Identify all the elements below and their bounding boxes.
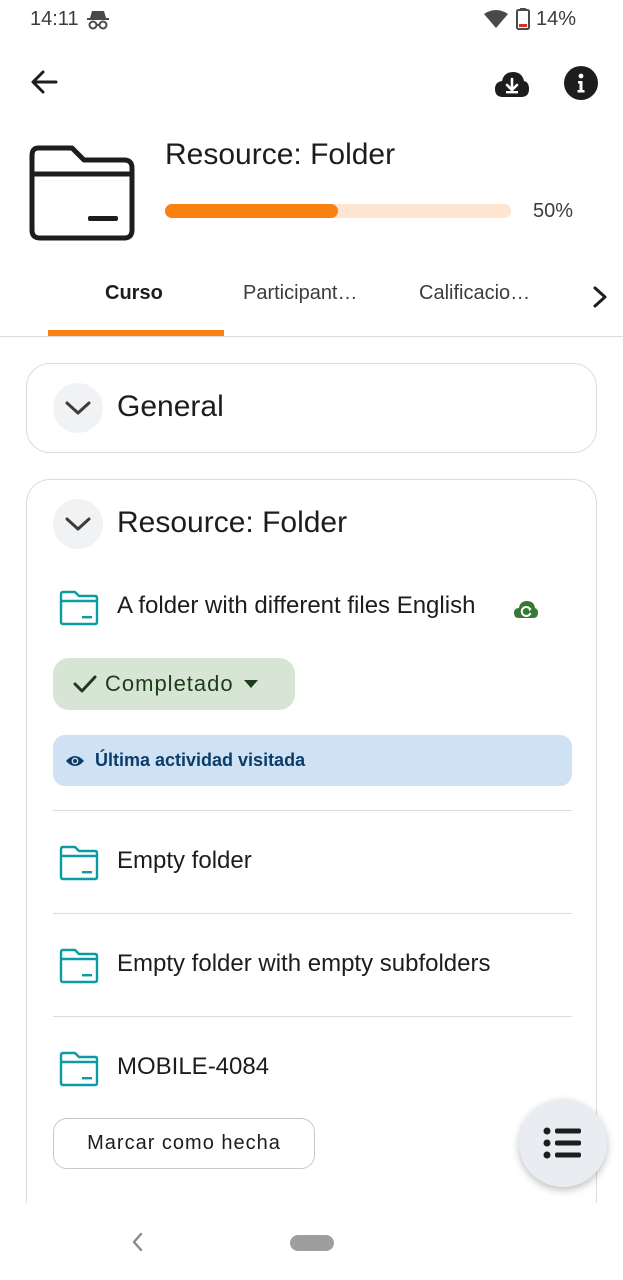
module-name: Empty folder with empty subfolders bbox=[117, 950, 491, 977]
incognito-icon bbox=[87, 11, 109, 30]
nav-home-pill[interactable] bbox=[290, 1235, 334, 1251]
tab-bar: Curso Participant… Calificacio… bbox=[0, 260, 623, 337]
info-button[interactable] bbox=[564, 66, 598, 100]
module-item[interactable]: Empty folder with empty subfolders bbox=[53, 945, 572, 989]
last-visited-text: Última actividad visitada bbox=[95, 750, 306, 770]
completion-status-dropdown[interactable]: Completado bbox=[53, 658, 295, 710]
active-tab-indicator bbox=[48, 330, 224, 336]
module-name: MOBILE-4084 bbox=[117, 1053, 270, 1080]
battery-low-icon bbox=[516, 8, 530, 30]
progress-fill bbox=[165, 204, 338, 218]
page-title: Resource: Folder bbox=[165, 138, 396, 171]
tabs-next-button[interactable] bbox=[586, 282, 614, 312]
module-item[interactable]: Empty folder bbox=[53, 842, 572, 886]
cloud-download-icon bbox=[495, 72, 529, 97]
module-name: Empty folder bbox=[117, 847, 252, 874]
section-general: General bbox=[26, 363, 597, 453]
battery-percent: 14% bbox=[536, 8, 577, 30]
folder-icon bbox=[59, 590, 99, 626]
check-icon bbox=[73, 675, 97, 693]
section-resource-folder: Resource: Folder A folder with different… bbox=[26, 479, 597, 1239]
list-icon bbox=[543, 1127, 581, 1159]
info-icon bbox=[577, 73, 585, 93]
divider bbox=[53, 810, 572, 811]
status-bar: 14:11 14% bbox=[0, 0, 623, 40]
last-visited-banner: Última actividad visitada bbox=[53, 735, 572, 786]
folder-icon bbox=[59, 948, 99, 984]
collapse-general-button[interactable] bbox=[53, 383, 103, 433]
system-nav-bar bbox=[0, 1203, 623, 1280]
back-button[interactable] bbox=[26, 64, 62, 100]
folder-icon bbox=[59, 845, 99, 881]
back-arrow-icon bbox=[31, 70, 58, 94]
section-title-general: General bbox=[117, 390, 224, 423]
tab-grades[interactable]: Calificacio… bbox=[419, 282, 530, 305]
status-time: 14:11 bbox=[30, 8, 79, 30]
chevron-down-icon bbox=[65, 517, 91, 531]
caret-down-icon bbox=[243, 680, 258, 688]
cloud-sync-icon bbox=[514, 601, 538, 618]
module-name: A folder with different files English bbox=[117, 592, 476, 619]
folder-icon bbox=[29, 145, 135, 241]
download-button[interactable] bbox=[492, 64, 532, 104]
progress-label: 50% bbox=[533, 200, 574, 222]
mark-as-done-button[interactable]: Marcar como hecha bbox=[53, 1118, 315, 1169]
completion-status-label: Completado bbox=[105, 671, 234, 696]
chevron-right-icon bbox=[593, 286, 607, 308]
module-item[interactable]: A folder with different files English bbox=[53, 586, 572, 630]
module-item[interactable]: MOBILE-4084 bbox=[53, 1048, 572, 1092]
course-index-button[interactable] bbox=[519, 1099, 607, 1187]
nav-back-icon[interactable] bbox=[128, 1231, 148, 1253]
tab-participants[interactable]: Participant… bbox=[243, 282, 358, 305]
divider bbox=[53, 913, 572, 914]
chevron-down-icon bbox=[65, 401, 91, 415]
course-progress-bar bbox=[165, 204, 511, 218]
wifi-icon bbox=[484, 10, 508, 28]
eye-icon bbox=[66, 755, 84, 766]
folder-icon bbox=[59, 1051, 99, 1087]
tab-curso[interactable]: Curso bbox=[105, 282, 163, 305]
section-title-resource: Resource: Folder bbox=[117, 506, 348, 539]
divider bbox=[53, 1016, 572, 1017]
collapse-resource-button[interactable] bbox=[53, 499, 103, 549]
